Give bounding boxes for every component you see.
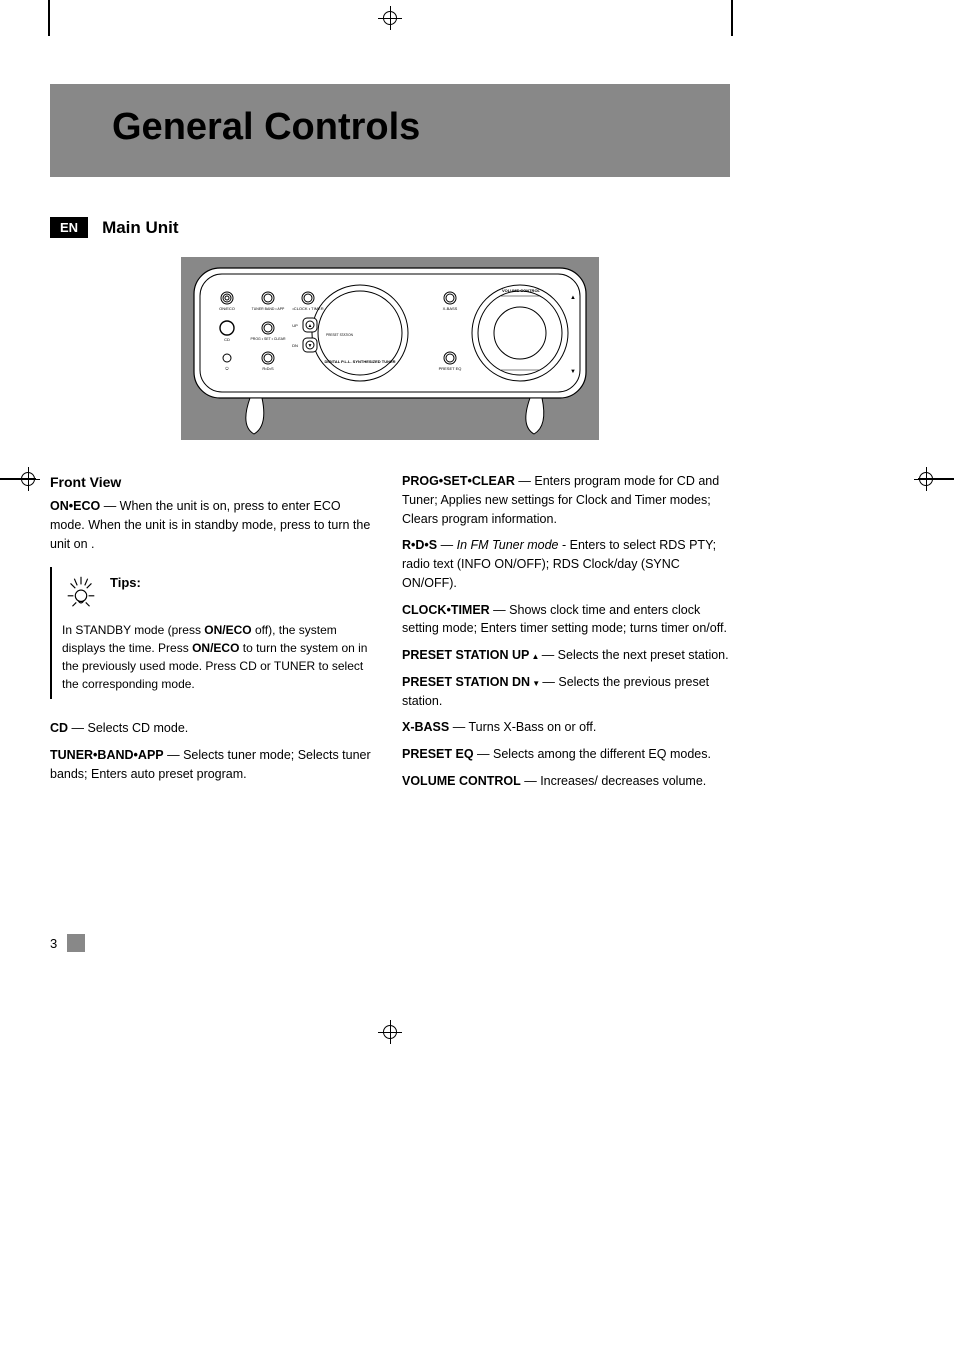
down-arrow-icon: ▼: [530, 679, 542, 688]
cd-description: CD — Selects CD mode.: [50, 719, 378, 738]
tuner-band-app-description: TUNER•BAND•APP — Selects tuner mode; Sel…: [50, 746, 378, 784]
language-badge: EN: [50, 217, 88, 238]
preset-station-label: PRESET STATION: [326, 333, 354, 337]
volume-control-label: VOLUME CONTROL: [502, 288, 541, 293]
tips-body: In STANDBY mode (press ON/ECO off), the …: [62, 617, 378, 693]
preset-eq-description: PRESET EQ — Selects among the different …: [402, 745, 730, 764]
register-mark-icon: [16, 467, 40, 491]
xbass-label: X-BASS: [443, 306, 458, 311]
title-band: General Controls: [50, 84, 730, 177]
crop-mark: [48, 0, 50, 36]
digital-pll-label: DIGITAL P.L.L. SYNTHESIZED TUNER: [324, 359, 395, 364]
device-front-view-figure: DIGITAL P.L.L. SYNTHESIZED TUNER VOLUME …: [50, 256, 730, 446]
rds-description: R•D•S — In FM Tuner mode - Enters to sel…: [402, 536, 730, 592]
tuner-band-label: TUNER BAND • APP: [252, 307, 285, 311]
up-arrow-icon: ▲: [529, 652, 541, 661]
on-eco-button-label: ON/ECO: [219, 306, 235, 311]
register-mark-icon: [378, 1020, 402, 1044]
register-mark-icon: [914, 467, 938, 491]
page-number: 3: [50, 934, 85, 952]
preset-station-dn-description: PRESET STATION DN ▼ — Selects the previo…: [402, 673, 730, 711]
svg-text:▼: ▼: [308, 343, 313, 349]
page-title: General Controls: [112, 106, 706, 149]
xbass-description: X-BASS — Turns X-Bass on or off.: [402, 718, 730, 737]
svg-text:▲: ▲: [570, 295, 576, 301]
tips-label: Tips:: [110, 573, 378, 593]
left-column: Front View ON•ECO — When the unit is on,…: [50, 472, 378, 799]
prog-set-clear-label: PROG • SET • CLEAR: [250, 337, 286, 341]
crop-mark: [731, 0, 733, 36]
register-mark-icon: [378, 6, 402, 30]
tips-box: Tips: In STANDBY mode (press ON/ECO off)…: [50, 567, 378, 699]
section-heading: EN Main Unit: [50, 217, 730, 238]
rds-label: R•D•S: [262, 366, 274, 371]
section-title: Main Unit: [102, 218, 179, 238]
volume-control-description: VOLUME CONTROL — Increases/ decreases vo…: [402, 772, 730, 791]
clock-timer-label: •CLOCK • TIMER: [292, 306, 323, 311]
clock-timer-description: CLOCK•TIMER — Shows clock time and enter…: [402, 601, 730, 639]
preset-station-up-description: PRESET STATION UP ▲ — Selects the next p…: [402, 646, 730, 665]
up-label: UP: [292, 323, 298, 328]
svg-text:▼: ▼: [570, 369, 576, 375]
right-column: PROG•SET•CLEAR — Enters program mode for…: [402, 472, 730, 799]
svg-text:▲: ▲: [308, 323, 313, 329]
prog-set-clear-description: PROG•SET•CLEAR — Enters program mode for…: [402, 472, 730, 528]
front-view-heading: Front View: [50, 472, 378, 493]
lightbulb-icon: [62, 573, 100, 617]
on-eco-description: ON•ECO — When the unit is on, press to e…: [50, 497, 378, 553]
cd-button-label: CD: [224, 337, 230, 342]
page-number-accent-icon: [67, 934, 85, 952]
dn-label: DN: [292, 343, 298, 348]
preset-eq-label: PRESET EQ: [439, 366, 462, 371]
